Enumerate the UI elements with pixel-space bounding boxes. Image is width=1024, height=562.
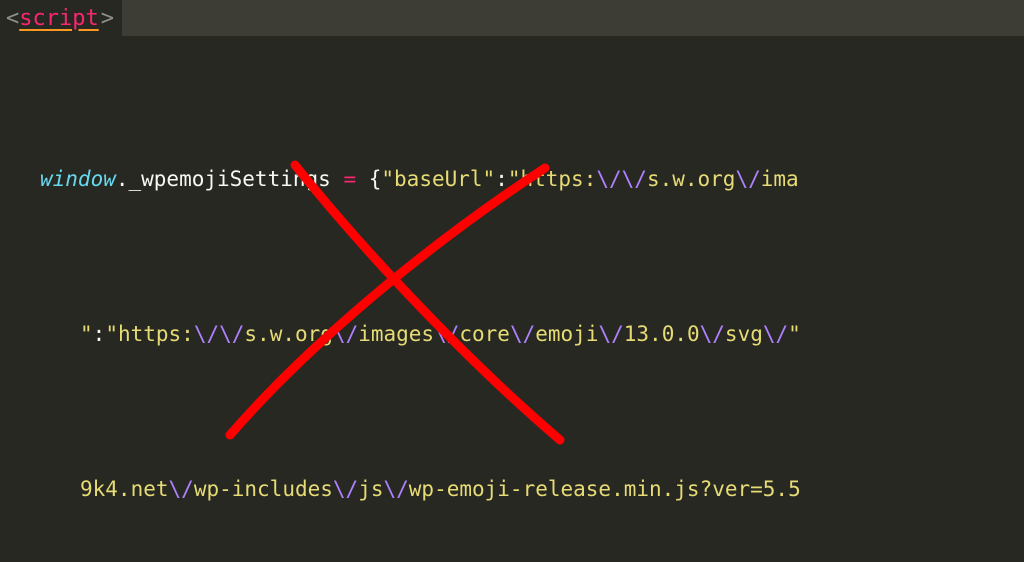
tag-open-bracket: < [6,3,19,34]
code-line: 9k4.net\/wp-includes\/js\/wp-emoji-relea… [8,474,813,505]
code-editor: < script > window._wpemojiSettings = {"b… [0,0,1024,562]
editor-topbar: < script > [0,0,1024,36]
code-block[interactable]: window._wpemojiSettings = {"baseUrl":"ht… [0,40,813,562]
code-line: window._wpemojiSettings = {"baseUrl":"ht… [8,164,813,195]
tag-name: script [19,3,98,34]
opening-script-tag: < script > [0,0,122,36]
tag-close-bracket: > [101,3,114,34]
code-line: ":"https:\/\/s.w.org\/images\/core\/emoj… [8,319,813,350]
